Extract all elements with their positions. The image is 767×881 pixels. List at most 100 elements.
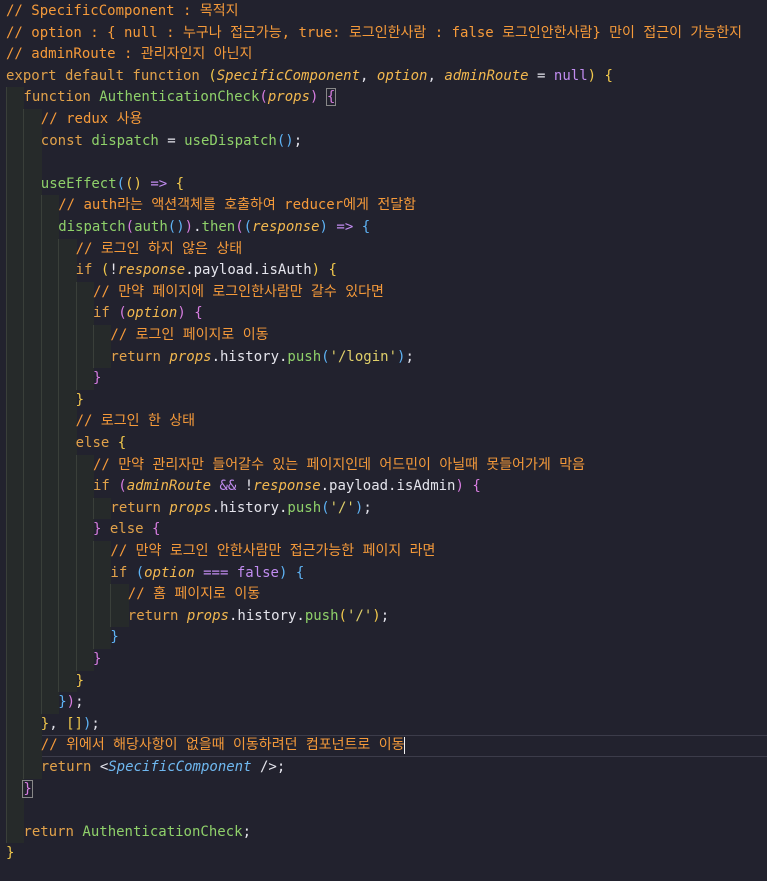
code-token: props [267,89,310,106]
indent-guide [75,454,94,477]
code-line[interactable]: else { [0,433,767,455]
indent-guide [23,692,42,714]
code-token: return [110,348,170,365]
code-line[interactable]: // 홈 페이지로 이동 [0,584,767,606]
code-line[interactable]: }, []); [0,713,767,736]
code-line[interactable]: // adminRoute : 관리자인지 아닌지 [0,44,767,66]
code-line[interactable]: // 위에서 해당사항이 없을때 이동하려던 컴포넌트로 이동 [0,735,767,757]
code-text: useEffect(() => { [41,174,184,196]
code-line[interactable]: // redux 사용 [0,109,767,131]
code-line[interactable]: return props.history.push('/'); [0,497,767,520]
code-text: // 홈 페이지로 이동 [128,584,260,606]
code-line[interactable]: return props.history.push('/login'); [0,346,767,369]
code-line[interactable]: // SpecificComponent : 목적지 [0,1,767,23]
code-line[interactable]: } [0,649,767,671]
indent-guide [75,584,94,606]
indent-guide [23,433,42,455]
code-line[interactable]: } [0,778,767,801]
code-token: AuthenticationCheck [82,823,243,840]
code-token: push [287,499,322,516]
code-text: } [76,671,84,693]
code-text: } else { [93,519,160,541]
indent-guide [93,346,112,369]
indent-guide [23,281,42,304]
code-line[interactable]: export default function (SpecificCompone… [0,66,767,88]
indent-guide [93,541,112,563]
code-line[interactable]: }); [0,692,767,714]
indent-guide [75,346,94,369]
code-line[interactable]: return <SpecificComponent />; [0,757,767,779]
code-token: props [186,607,229,624]
indent-guide [6,303,25,325]
code-line[interactable]: if (option) { [0,303,767,325]
indent-guide [58,627,77,649]
indent-guide [23,541,42,563]
indent-guide [6,389,25,412]
indent-guide [58,670,77,693]
code-line[interactable]: // 로그인 한 상태 [0,411,767,433]
indent-guide [23,476,42,498]
code-line[interactable]: // 만약 페이지에 로그인한사람만 갈수 있다면 [0,281,767,304]
indent-guide [40,303,60,325]
code-token: } [110,629,119,646]
code-line[interactable] [0,800,767,822]
code-line[interactable]: // 만약 로그인 안한사람만 접근가능한 페이지 라면 [0,541,767,563]
code-line[interactable]: } else { [0,519,767,541]
code-token: ( [125,219,135,235]
code-line[interactable]: } [0,627,767,649]
code-token: } [75,672,85,689]
code-text: } [76,390,84,412]
code-line[interactable]: return AuthenticationCheck; [0,821,767,844]
indent-guide [58,541,77,563]
code-line[interactable]: function AuthenticationCheck(props) { [0,87,767,109]
code-line[interactable]: // option : { null : 누구나 접근가능, true: 로그인… [0,23,767,45]
code-editor[interactable]: // SpecificComponent : 목적지 // option : { … [0,0,767,881]
code-line[interactable]: if (!response.payload.isAuth) { [0,260,767,282]
code-line[interactable]: } [0,389,767,412]
indent-guide [58,281,77,304]
indent-guide [6,735,25,757]
code-text: } [93,649,101,671]
code-line[interactable]: } [0,670,767,693]
code-line[interactable]: // 로그인 페이지로 이동 [0,325,767,347]
code-line[interactable] [0,152,767,174]
indent-guide [23,346,42,369]
indent-guide [6,195,25,217]
indent-guide [75,562,94,585]
indent-guide [23,109,42,131]
code-line[interactable]: } [0,368,767,390]
indent-guide [58,433,77,455]
code-line[interactable]: // auth라는 액션객체를 호출하여 reducer에게 전달함 [0,195,767,217]
code-token: SpecificComponent [216,67,361,84]
code-token: .history. [211,499,288,516]
code-line[interactable]: if (option === false) { [0,562,767,585]
code-token: = [158,132,185,149]
code-text: if (option) { [93,303,203,325]
code-line[interactable]: if (adminRoute && !response.payload.isAd… [0,476,767,498]
code-text: } [22,779,33,801]
code-text: }); [58,692,83,714]
indent-guide [6,627,25,649]
code-line[interactable]: return props.history.push('/'); [0,605,767,628]
indent-guide [110,584,129,606]
code-token: const [40,132,92,149]
code-text: // auth라는 액션객체를 호출하여 reducer에게 전달함 [58,195,416,217]
indent-guide [6,713,25,736]
code-line[interactable]: // 로그인 하지 않은 상태 [0,238,767,261]
code-token: { [295,564,305,581]
code-token: } [93,651,102,667]
code-token: ) [587,67,597,84]
code-token: { [604,67,613,84]
indent-guide [23,195,42,217]
code-token: return [40,759,100,775]
code-line[interactable]: const dispatch = useDispatch(); [0,130,767,153]
code-line[interactable]: dispatch(auth()).then((response) => { [0,217,767,239]
indent-guide [6,649,25,671]
code-token: ; [293,132,303,149]
code-line[interactable]: // 만약 관리자만 들어갈수 있는 페이지인데 어드민이 아닐때 못들어가게 … [0,454,767,477]
code-line[interactable]: useEffect(() => { [0,173,767,196]
code-line[interactable]: } [0,843,767,865]
code-token: ( [118,305,127,322]
code-token: .history. [211,348,288,365]
